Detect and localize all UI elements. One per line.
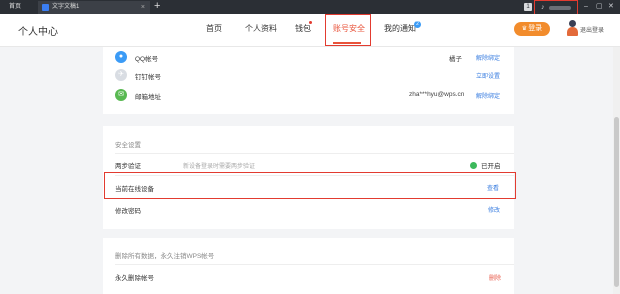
scrollbar[interactable]	[613, 47, 620, 294]
delete-section-title: 删除所有数据，永久注销WPS帐号	[115, 253, 215, 260]
email-icon: ✉	[115, 89, 127, 101]
close-tab-icon[interactable]: ×	[141, 1, 145, 14]
page-header: 个人中心 首页 个人资料 钱包 账号安全 我的通知 2 ♛登录 退出登录	[0, 14, 620, 47]
page-title: 个人中心	[18, 27, 58, 38]
delete-account-label: 永久删除帐号	[115, 275, 154, 282]
account-bindings-card: ● QQ帐号 橘子 解除绑定 ✈ 钉钉帐号 立即设置 ✉ 邮箱地址 zha***…	[103, 47, 514, 114]
new-tab-button[interactable]: +	[154, 0, 160, 13]
highlight-box-security-tab	[325, 14, 371, 46]
user-icon: ♪	[541, 4, 545, 11]
status-on-icon	[470, 161, 477, 169]
email-label: 邮箱地址	[135, 94, 161, 101]
change-password-link[interactable]: 修改	[488, 205, 500, 214]
tab-document[interactable]: 文字文稿1 ×	[38, 1, 150, 14]
nav-notifications[interactable]: 我的通知	[384, 23, 416, 34]
blurred-username	[549, 6, 571, 10]
scrollbar-thumb[interactable]	[614, 117, 619, 287]
dingtalk-setup-link[interactable]: 立即设置	[476, 71, 500, 80]
two-step-status[interactable]: 已开启	[470, 160, 501, 170]
tab-home[interactable]: 首页	[0, 0, 32, 14]
divider	[115, 153, 514, 154]
two-step-status-label: 已开启	[481, 163, 501, 170]
dingtalk-binding-row: ✈ 钉钉帐号 立即设置	[103, 65, 514, 85]
change-password-label: 修改密码	[115, 208, 141, 215]
qq-binding-row: ● QQ帐号 橘子 解除绑定	[103, 47, 514, 67]
nav-profile[interactable]: 个人资料	[245, 23, 277, 34]
divider	[115, 264, 514, 265]
wallet-notification-dot	[309, 21, 312, 24]
nav-home[interactable]: 首页	[206, 23, 222, 34]
logout-link[interactable]: 退出登录	[580, 25, 604, 34]
nav-wallet[interactable]: 钱包	[295, 23, 311, 34]
email-value: zha***hyu@wps.cn	[409, 91, 465, 98]
delete-account-link[interactable]: 删除	[489, 273, 501, 282]
highlight-box-online-devices	[104, 172, 516, 199]
title-bar: 首页 文字文稿1 × + 1 – ▢ ✕	[0, 0, 620, 14]
login-button-label: 登录	[528, 25, 543, 32]
email-unbind-link[interactable]: 解除绑定	[476, 91, 500, 100]
security-section-title: 安全设置	[115, 142, 141, 149]
login-button[interactable]: ♛登录	[514, 22, 550, 36]
crown-icon: ♛	[521, 26, 528, 32]
qq-icon: ●	[115, 51, 127, 63]
dingtalk-icon: ✈	[115, 69, 127, 81]
qq-value: 橘子	[449, 56, 462, 63]
two-step-description: 新设备登录时需要两步验证	[183, 164, 256, 170]
minimize-icon[interactable]: –	[584, 0, 588, 13]
close-window-icon[interactable]: ✕	[608, 0, 614, 13]
document-icon	[42, 4, 49, 11]
delete-account-card: 删除所有数据，永久注销WPS帐号 永久删除帐号 删除	[103, 238, 514, 294]
qq-label: QQ帐号	[135, 56, 159, 63]
tab-document-label: 文字文稿1	[52, 4, 80, 10]
maximize-icon[interactable]: ▢	[596, 0, 603, 13]
dingtalk-label: 钉钉帐号	[135, 74, 161, 81]
two-step-label: 两步验证	[115, 163, 141, 170]
titlebar-badge[interactable]: 1	[524, 3, 532, 11]
avatar[interactable]	[566, 20, 578, 38]
qq-unbind-link[interactable]: 解除绑定	[476, 53, 500, 62]
email-binding-row: ✉ 邮箱地址 zha***hyu@wps.cn 解除绑定	[103, 85, 514, 105]
notification-count-badge: 2	[414, 21, 421, 28]
